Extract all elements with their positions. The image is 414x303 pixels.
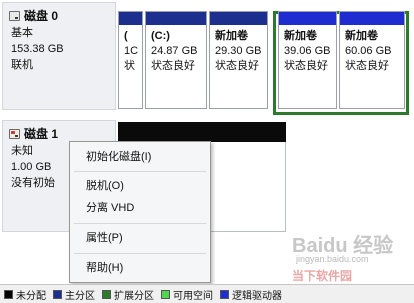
menu-item-offline[interactable]: 脱机(O) (86, 179, 124, 193)
menu-item-properties[interactable]: 属性(P) (86, 231, 123, 245)
legend-swatch (220, 289, 229, 299)
partition-text: 新加卷 60.06 GB 状态良好 (345, 30, 392, 72)
partition-band (210, 12, 267, 25)
legend-swatch (53, 289, 62, 299)
partition-volume-1[interactable]: 新加卷 29.30 GB 状态良好 (209, 11, 268, 109)
legend-item: 可用空间 (161, 287, 213, 302)
partition-text: ( 1C 状 (124, 30, 139, 72)
menu-separator (74, 253, 206, 254)
disk-0-info[interactable]: 磁盘 0 基本 153.38 GB 联机 (2, 2, 116, 110)
partition-band (146, 12, 206, 25)
legend-item: 逻辑驱动器 (220, 287, 282, 302)
disk-0-type: 基本 (11, 27, 33, 39)
partition-volume-2[interactable]: 新加卷 39.06 GB 状态良好 (278, 11, 337, 109)
vhd-disk-icon (9, 128, 20, 139)
legend-item: 未分配 (4, 287, 46, 302)
legend-bar: 未分配 主分区 扩展分区 可用空间 逻辑驱动器 (0, 284, 414, 303)
legend-item: 扩展分区 (102, 287, 154, 302)
menu-separator (74, 223, 206, 224)
menu-item-detach-vhd[interactable]: 分离 VHD (86, 201, 134, 215)
menu-item-help[interactable]: 帮助(H) (86, 261, 123, 275)
legend-swatch (4, 289, 13, 299)
partition-text: 新加卷 29.30 GB 状态良好 (215, 30, 262, 72)
watermark-site: 当下软件园 (292, 269, 353, 283)
disk-0-size: 153.38 GB (11, 43, 64, 55)
legend-swatch (161, 289, 170, 299)
disk-0-name: 磁盘 0 (24, 9, 59, 23)
partition-band (119, 12, 142, 25)
partition-text: 新加卷 39.06 GB 状态良好 (284, 30, 331, 72)
disk-1-name: 磁盘 1 (24, 127, 59, 141)
partition-band (279, 12, 336, 25)
legend-swatch (102, 289, 111, 299)
partition-volume-3[interactable]: 新加卷 60.06 GB 状态良好 (339, 11, 405, 109)
disk-0-status: 联机 (11, 59, 33, 71)
partition-band (340, 12, 404, 25)
menu-item-initialize-disk[interactable]: 初始化磁盘(I) (86, 150, 151, 164)
unallocated-bar[interactable] (118, 122, 286, 142)
partition-c[interactable]: (C:) 24.87 GB 状态良好 (145, 11, 207, 109)
disk-1-title: 磁盘 1 (9, 125, 115, 142)
watermark-url: jingyan.baidu.com (296, 254, 369, 264)
legend-item: 主分区 (53, 287, 95, 302)
menu-separator (74, 171, 206, 172)
disk-0-title: 磁盘 0 (9, 7, 115, 24)
partition-system[interactable]: ( 1C 状 (118, 11, 143, 109)
context-menu: 初始化磁盘(I) 脱机(O) 分离 VHD 属性(P) 帮助(H) (69, 141, 211, 283)
disk-icon (9, 10, 20, 21)
partition-text: (C:) 24.87 GB 状态良好 (151, 30, 198, 72)
